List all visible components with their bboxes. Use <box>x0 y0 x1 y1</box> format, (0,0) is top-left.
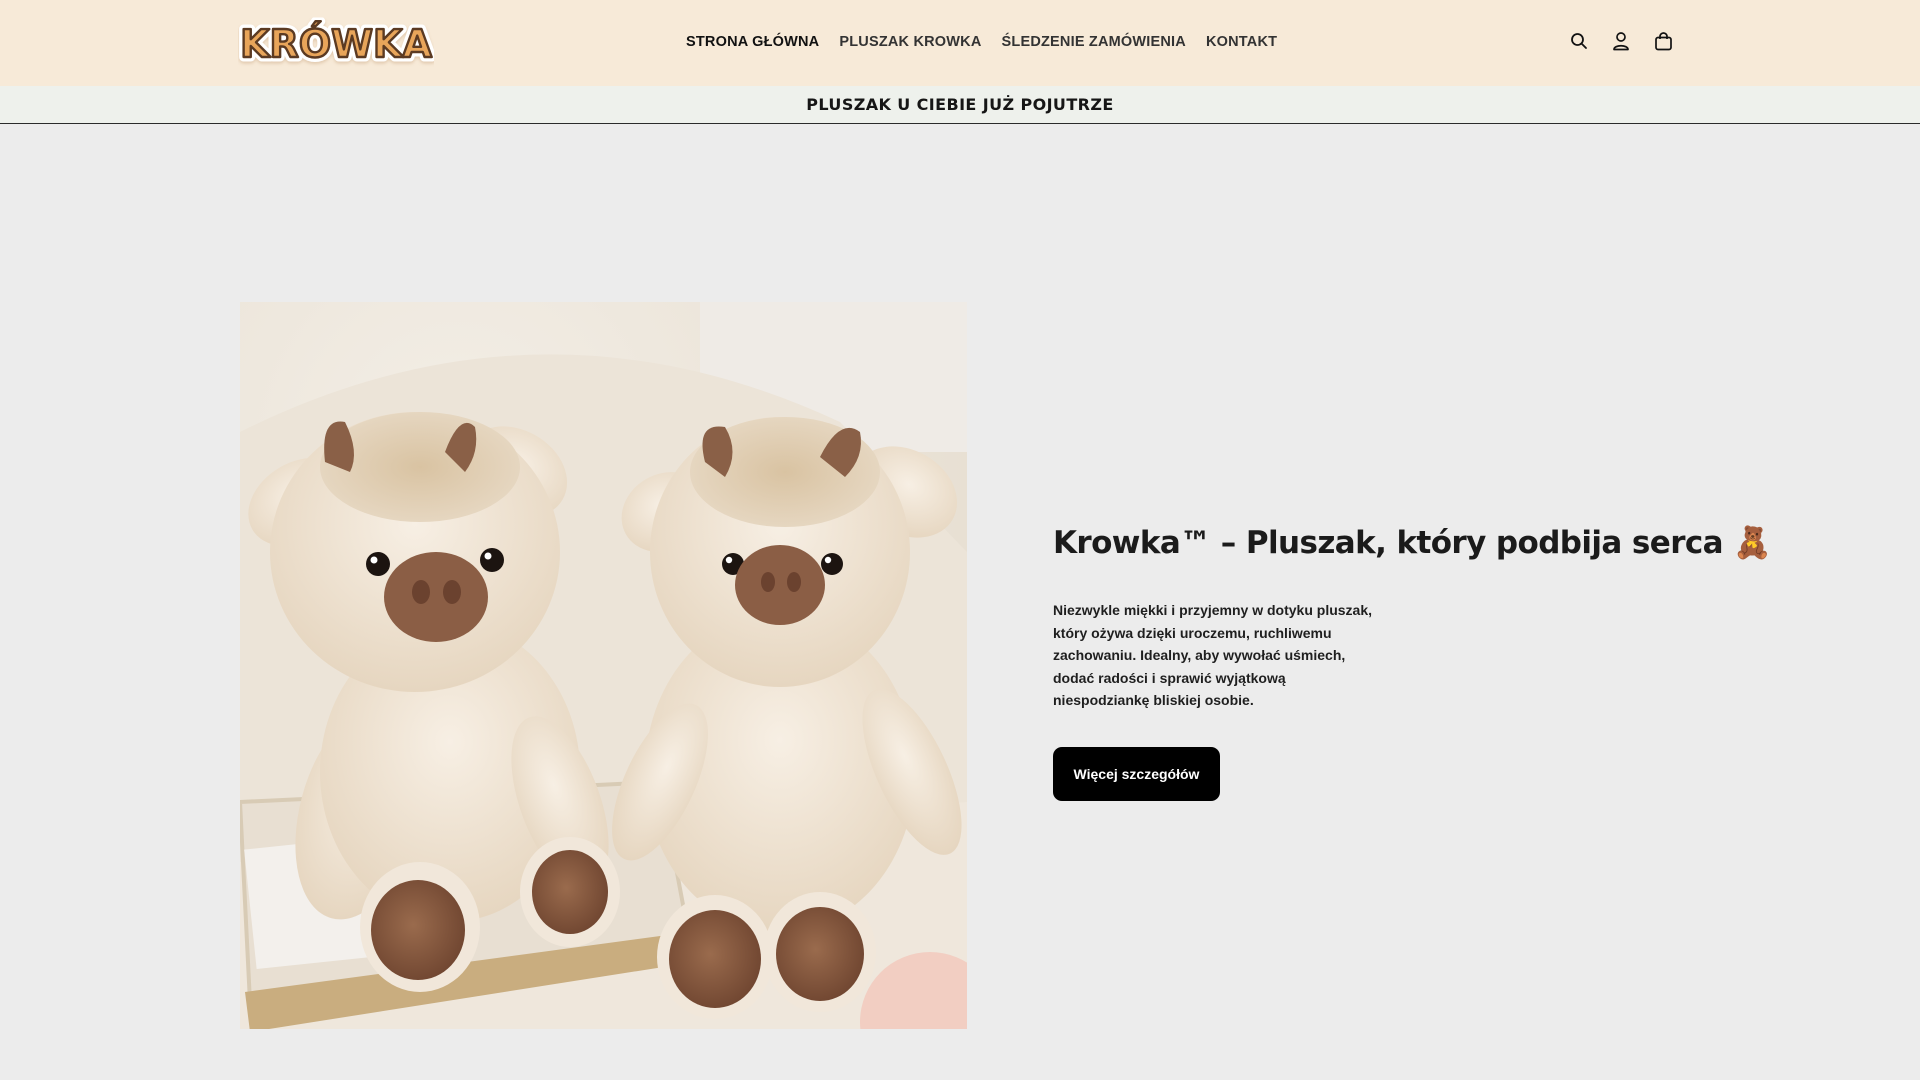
announcement-bar: PLUSZAK U CIEBIE JUŻ POJUTRZE <box>0 86 1920 124</box>
announcement-text: PLUSZAK U CIEBIE JUŻ POJUTRZE <box>806 95 1114 114</box>
account-icon[interactable] <box>1610 30 1632 52</box>
cart-icon[interactable] <box>1652 30 1674 52</box>
nav-item-home[interactable]: STRONA GŁÓWNA <box>686 34 819 50</box>
brand-logo[interactable]: KRÓWKA KRÓWKA <box>236 12 437 76</box>
main-nav: STRONA GŁÓWNA PLUSZAK KROWKA ŚLEDZENIE Z… <box>686 34 1277 50</box>
logo-wordmark: KRÓWKA <box>240 22 432 66</box>
hero-title: Krowka™ – Pluszak, który podbija serca 🧸 <box>1053 525 1772 561</box>
more-details-button[interactable]: Więcej szczegółów <box>1053 747 1220 801</box>
nav-item-order-tracking[interactable]: ŚLEDZENIE ZAMÓWIENIA <box>1002 34 1186 50</box>
header-actions <box>1568 30 1674 52</box>
search-icon[interactable] <box>1568 30 1590 52</box>
hero-description: Niezwykle miękki i przyjemny w dotyku pl… <box>1053 602 1373 708</box>
site-header: KRÓWKA KRÓWKA STRONA GŁÓWNA PLUSZAK KROW… <box>0 0 1920 86</box>
nav-item-contact[interactable]: KONTAKT <box>1206 34 1277 50</box>
nav-item-plush[interactable]: PLUSZAK KROWKA <box>839 34 981 50</box>
hero-image <box>240 302 967 1029</box>
